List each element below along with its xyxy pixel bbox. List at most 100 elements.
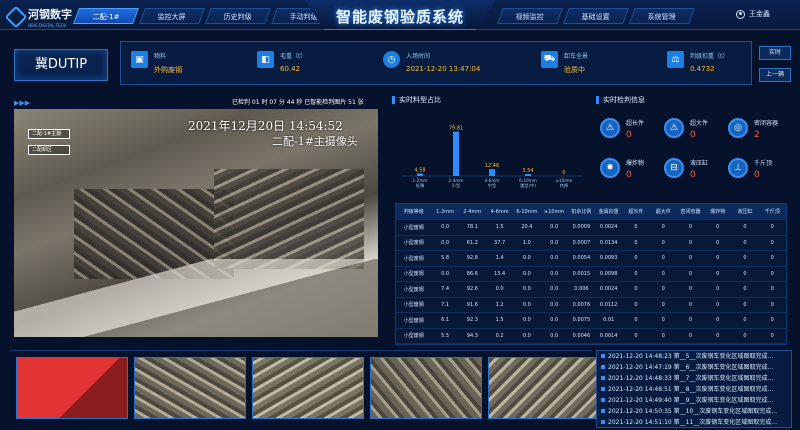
- user-avatar-icon: [736, 9, 745, 19]
- table-cell: 92.6: [466, 286, 478, 293]
- table-cell: 0.01: [603, 317, 615, 324]
- user-menu[interactable]: 王金鑫: [736, 9, 770, 19]
- table-cell: 0.0134: [599, 239, 618, 246]
- table-cell: 0.0: [550, 332, 559, 339]
- chart-bar: [453, 131, 459, 176]
- nav-tab-monitor[interactable]: 监控大屏: [139, 8, 205, 24]
- table-cell: 5.8: [441, 255, 450, 262]
- nav-tab-history[interactable]: 历史判级: [205, 8, 271, 24]
- table-cell: 0.0: [550, 239, 559, 246]
- log-item[interactable]: 2021-12-20 14:50:35 第__10__次废钢车变化区域图取完成.…: [597, 406, 791, 417]
- log-item[interactable]: 2021-12-20 14:51:10 第__11__次废钢车变化区域图取完成.…: [597, 417, 791, 427]
- table-header-cell: 超长件: [628, 209, 644, 215]
- table-cell: 7.1: [441, 301, 450, 308]
- log-item[interactable]: 2021-12-20 14:48:51 第__8__次废钢车变化区域图取完成..…: [597, 384, 791, 395]
- table-cell: 0.0: [522, 286, 531, 293]
- cylinder-icon: ⊟: [664, 158, 684, 178]
- camera-name: 二配-1#主摄像头: [272, 135, 358, 148]
- realtime-button[interactable]: 实时: [759, 46, 791, 60]
- chart-value-label: 79.81: [449, 126, 463, 132]
- table-cell: 0.0: [441, 270, 450, 277]
- table-cell: 0: [743, 255, 747, 262]
- info-deduction: ⚖ 判级扣重（t） 0.4732: [667, 51, 728, 73]
- table-cell: 0.0: [550, 255, 559, 262]
- table-cell: 0: [716, 286, 720, 293]
- table-cell: 0: [661, 317, 665, 324]
- logo-subtext: HBIS DIGITAL TECH: [28, 23, 67, 28]
- table-cell: 0: [634, 224, 638, 231]
- thumbnail-2[interactable]: [134, 357, 246, 419]
- table-cell: 0: [716, 332, 720, 339]
- table-cell: 0: [743, 224, 747, 231]
- thumbnail-1[interactable]: [16, 357, 128, 419]
- page-title: 智能废钢验质系统: [335, 8, 464, 26]
- log-item[interactable]: 2021-12-20 14:47:19 第__6__次废钢车变化区域图取完成..…: [597, 362, 791, 373]
- nav-tab-settings[interactable]: 基础设置: [563, 8, 629, 24]
- nav-right: 视频监控 基础设置 系统管理: [497, 8, 698, 24]
- camera-feed[interactable]: 2021年12月20日 14:54:52 二配-1#主摄像头 二配-1#主摄 二…: [14, 109, 378, 337]
- bullet-icon: [601, 409, 605, 413]
- cube-icon: ▣: [131, 51, 148, 68]
- table-cell: 0: [634, 301, 638, 308]
- table-cell: 0.0015: [572, 270, 591, 277]
- material-ratio-chart: 4.581-2mm轻薄79.812-4mm小型12.464-6mm中型3.546…: [402, 126, 582, 189]
- log-item[interactable]: 2021-12-20 14:48:33 第__7__次废钢车变化区域图取完成..…: [597, 373, 791, 384]
- table-cell: 0.0: [522, 255, 531, 262]
- nav-tab-system[interactable]: 系统管理: [629, 8, 695, 24]
- previous-truck-button[interactable]: 上一辆: [759, 68, 791, 82]
- table-row[interactable]: 小型废钢 5.5 94.3 0.2 0.0 0.0 0.0046 0.0014 0 0 0 0 0 0: [396, 329, 786, 344]
- bomb-icon: ✸: [600, 158, 620, 178]
- table-cell: 0.0014: [599, 332, 618, 339]
- table-row[interactable]: 小型废钢 7.4 92.6 0.0 0.0 0.0 0.006 0.0024 0 0 0 0 0 0: [396, 282, 786, 298]
- nav-tab-line[interactable]: 二配-1#: [73, 8, 139, 24]
- table-row[interactable]: 小型废钢 7.1 91.6 1.2 0.0 0.0 0.0076 0.0112 0 0 0 0 0 0: [396, 298, 786, 313]
- table-header-cell: 超大件: [655, 209, 671, 215]
- event-log-list: 2021-12-20 14:48:23 第__5__次废钢车变化区域图取完成..…: [596, 350, 792, 428]
- chart-bar: [489, 169, 495, 176]
- camera-panel-header: ▶▶▶: [14, 97, 30, 109]
- target-icon: ◎: [728, 118, 748, 138]
- chart-tick-label: 中型: [488, 182, 496, 189]
- nav-tab-video[interactable]: 视频监控: [497, 8, 563, 24]
- table-cell: 20.4: [521, 224, 533, 231]
- grading-table: 判级等级 1-2mm 2-4mm 4-6mm 6-10mm ≥10mm 扣杂比例 金属扣重 超长…: [395, 203, 787, 345]
- table-row[interactable]: 小型废钢 0.0 61.2 37.7 1.0 0.0 0.0007 0.0134 0 0 0 0 0 0: [396, 236, 786, 251]
- license-plate: 冀DUTIP: [14, 49, 108, 81]
- camera-tag-main: 二配-1#主摄: [28, 129, 70, 139]
- table-cell: 0: [770, 301, 774, 308]
- log-text: 2021-12-20 14:50:35 第__10__次废钢车变化区域图取完成.…: [608, 408, 777, 415]
- scrap-pile-shape-2: [214, 169, 364, 269]
- table-cell: 0: [688, 255, 693, 262]
- table-cell: 1.0: [522, 239, 531, 246]
- table-cell: 7.4: [441, 286, 450, 293]
- table-cell: 0: [743, 239, 747, 246]
- table-header-cell: 2-4mm: [463, 208, 482, 215]
- log-item[interactable]: 2021-12-20 14:48:23 第__5__次废钢车变化区域图取完成..…: [597, 351, 791, 362]
- table-row[interactable]: 小型废钢 5.8 92.8 1.4 0.0 0.0 0.0054 0.0093 0 0 0 0 0 0: [396, 251, 786, 267]
- log-text: 2021-12-20 14:47:19 第__6__次废钢车变化区域图取完成..…: [608, 364, 774, 371]
- table-cell: 0: [770, 332, 774, 339]
- table-cell: 0: [634, 332, 638, 339]
- table-cell: 0: [688, 332, 693, 339]
- table-row[interactable]: 小型废钢 0.0 78.1 1.5 20.4 0.0 0.0009 0.0024 0 0 0 0 0 0: [396, 220, 786, 236]
- info-entry-time: ◷ 入场时间 2021-12-20 13:47:04: [383, 51, 480, 73]
- alarm-jack: ⊥ 千斤顶 0: [728, 158, 772, 180]
- table-cell: 0.0: [550, 224, 559, 231]
- chart-value-label: 0: [562, 170, 565, 176]
- table-cell: 0: [770, 270, 774, 277]
- thumbnail-3[interactable]: [252, 357, 364, 419]
- play-arrows-icon: ▶▶▶: [14, 99, 31, 107]
- table-cell: 0: [634, 270, 638, 277]
- log-item[interactable]: 2021-12-20 14:49:40 第__9__次废钢车变化区域图取完成..…: [597, 395, 791, 406]
- table-header: 判级等级 1-2mm 2-4mm 4-6mm 6-10mm ≥10mm 扣杂比例 金属扣重 超长…: [396, 204, 786, 220]
- table-cell: 1.5: [495, 224, 504, 231]
- table-cell: 0: [743, 301, 747, 308]
- table-cell: 0: [661, 301, 665, 308]
- thumbnail-4[interactable]: [370, 357, 482, 419]
- info-material: ▣ 物料 外购废钢: [131, 51, 182, 75]
- table-cell: 0.0076: [572, 301, 591, 308]
- table-row[interactable]: 小型废钢 6.1 92.3 1.5 0.0 0.0 0.0075 0.01 0 0 0 0 0 0: [396, 313, 786, 329]
- table-row[interactable]: 小型废钢 0.0 86.6 13.4 0.0 0.0 0.0015 0.0098 0 0 0 0 0 0: [396, 267, 786, 282]
- table-cell: 0: [688, 301, 693, 308]
- thumbnail-5[interactable]: [488, 357, 600, 419]
